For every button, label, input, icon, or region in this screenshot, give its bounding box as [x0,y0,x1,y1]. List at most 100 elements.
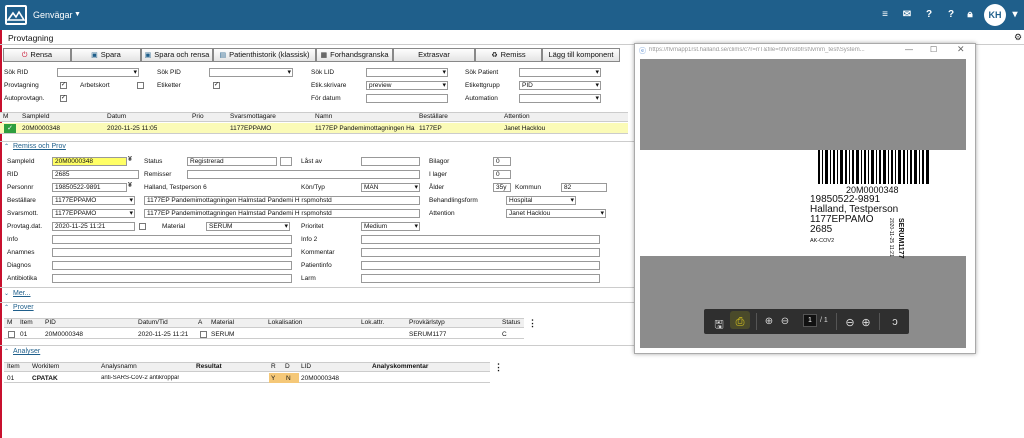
row-a-checkbox[interactable] [200,331,207,338]
table-row[interactable] [4,373,490,383]
selected-check-icon[interactable]: ✓ [4,124,16,133]
section-prover[interactable]: Prover [13,304,34,311]
referrals-field [187,170,420,179]
search-rid-select[interactable] [57,68,139,77]
more-options-icon[interactable]: ⋮ [528,318,537,329]
help-icon[interactable]: ? [923,9,935,20]
page-title: Provtagning [8,33,54,43]
automation-select[interactable] [519,94,601,103]
divider [0,345,634,346]
sampling-date-checkbox[interactable] [139,223,146,230]
label: Bilagor [429,158,450,165]
label: Material [162,223,186,230]
label-printer-select[interactable]: preview [366,81,448,90]
referral-button[interactable]: ♻ Remiss [475,48,542,62]
info2-input[interactable] [361,235,600,244]
collapse-icon[interactable]: ⌃ [4,348,9,355]
help-icon-2[interactable]: ? [945,9,957,20]
collapse-icon[interactable]: ⌃ [4,143,9,150]
chevron-down-icon[interactable]: ▼ [74,11,81,18]
preview-button[interactable]: ▦ Forhandsgranska [316,48,393,62]
sample-table-header [0,112,628,122]
in-stock-field: 0 [493,170,511,179]
next-page-icon[interactable]: ⊖ [778,316,792,327]
locked-by-field [361,157,420,166]
save-and-clear-button[interactable]: ▣ Spara och rensa [141,48,213,62]
label: Remisser [144,171,172,178]
minimize-icon[interactable]: — [905,45,913,54]
sample-id-input[interactable]: 20M0000348 [52,157,127,166]
search-lid-select[interactable] [366,68,448,77]
search-pid-select[interactable] [209,68,293,77]
cell: 2020-11-25 11:21 [138,331,189,338]
zoom-in-icon[interactable]: ⊕ [859,316,873,329]
label: För datum [311,95,341,102]
info-input[interactable] [52,235,292,244]
personal-number-input[interactable]: 19850522-9891 [52,183,127,192]
more-options-icon[interactable]: ⋮ [494,362,503,373]
mail-icon[interactable]: ✉ [901,9,913,20]
app-logo-icon[interactable] [5,5,27,25]
collapse-icon[interactable]: ⌃ [4,304,9,311]
sampling-checkbox[interactable]: ✓ [60,82,67,89]
dropdown-icon[interactable]: ¥ [128,182,132,189]
add-component-button[interactable]: Lägg till komponent [542,48,620,62]
label: Etiketter [157,82,181,89]
rensa-button[interactable]: ⏻ Rensa [3,48,71,62]
acrobat-icon[interactable]: ↄ [888,316,902,328]
section-remiss[interactable]: Remiss och Prov [13,143,66,150]
referral-icon: ♻ [491,52,498,59]
auto-sampling-checkbox[interactable]: ✓ [60,95,67,102]
row-checkbox[interactable] [8,331,15,338]
cell: SERUM1177 [409,331,447,338]
chevron-down-icon[interactable]: ▾ [1009,9,1021,20]
save-button[interactable]: ▣ Spara [71,48,141,62]
expand-icon[interactable]: ⌄ [4,290,9,297]
divider [0,302,634,303]
sampling-date-input[interactable]: 2020-11-25 11:21 [52,222,135,231]
antibiotics-input[interactable] [52,274,292,283]
attention-select[interactable]: Janet Hacklou [506,209,606,218]
maximize-icon[interactable]: ☐ [930,45,937,54]
save-icon[interactable]: 🖫︎ [712,316,726,335]
receiver-name-field: 1177EP Pandemimottagningen Halmstad Pand… [144,209,420,218]
column-header: Analysnamn [101,363,137,370]
diagnosis-input[interactable] [52,261,292,270]
shortcuts-menu-title[interactable]: Genvägar [33,10,73,20]
page-number-input[interactable]: 1 [803,314,817,327]
search-patient-select[interactable] [519,68,601,77]
workcard-checkbox[interactable] [137,82,144,89]
priority-select[interactable]: Medium [361,222,420,231]
browser-icon: ⓔ [639,48,646,55]
section-analyser[interactable]: Analyser [13,348,40,355]
print-icon[interactable]: ⎙ [733,316,747,329]
avatar[interactable]: KH [984,4,1006,26]
label: Låst av [301,158,322,165]
comment-input[interactable] [361,248,600,257]
anamnesis-input[interactable] [52,248,292,257]
treatment-form-select[interactable]: Hospital [506,196,576,205]
alarm-input[interactable] [361,274,600,283]
lock-icon[interactable]: 🔒︎ [964,9,976,20]
material-select[interactable]: SERUM [206,222,290,231]
gender-select[interactable]: MAN [361,183,420,192]
patient-info-input[interactable] [361,261,600,270]
orderer-select[interactable]: 1177EPPAMO [52,196,135,205]
date-input[interactable] [366,94,448,103]
more-link[interactable]: Mer... [13,290,31,297]
extra-answer-button[interactable]: Extrasvar [393,48,475,62]
label-group-select[interactable]: PID [519,81,601,90]
receiver-select[interactable]: 1177EPPAMO [52,209,135,218]
labels-checkbox[interactable]: ✓ [213,82,220,89]
dropdown-icon[interactable]: ¥ [128,156,132,163]
divider [0,141,634,142]
gear-icon[interactable]: ⚙ [1014,32,1022,43]
divider [879,313,880,330]
zoom-out-icon[interactable]: ⊖ [843,316,857,329]
menu-icon[interactable]: ≡ [879,9,891,20]
label-side-title: SERUM1177 [897,218,904,259]
close-icon[interactable]: ✕ [957,44,965,55]
label: Ålder [429,184,445,191]
patient-history-button[interactable]: ▤ Patienthistorik (klassisk) [213,48,316,62]
previous-page-icon[interactable]: ⊕ [762,316,776,327]
